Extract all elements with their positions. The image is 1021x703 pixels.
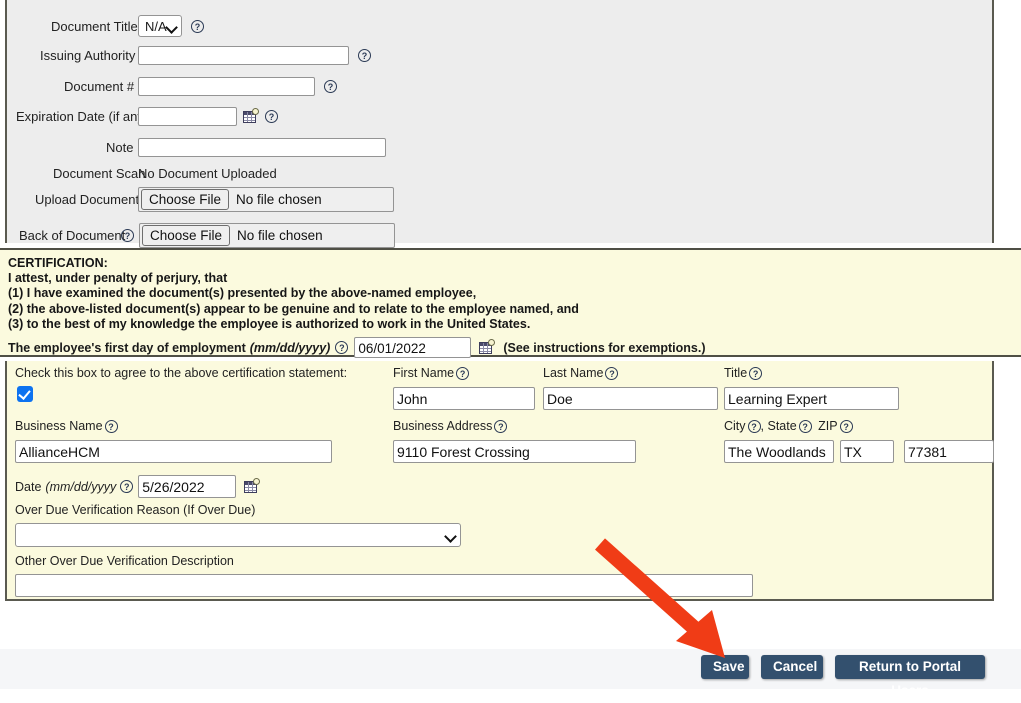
label-state-text: , State xyxy=(760,419,797,433)
select-document-title-value: N/A xyxy=(145,18,167,34)
certification-band: CERTIFICATION: I attest, under penalty o… xyxy=(0,248,1021,359)
label-overdue-reason: Over Due Verification Reason (If Over Du… xyxy=(15,503,256,517)
help-icon-document-title[interactable]: ? xyxy=(191,19,204,33)
help-icon-business-address[interactable]: ? xyxy=(494,420,508,434)
field-row-document-scan: Document Scan No Document Uploaded xyxy=(53,166,277,181)
file-name-upload-document: No file chosen xyxy=(236,192,322,207)
input-zip[interactable]: 77381 xyxy=(904,440,994,463)
choose-file-button-back-of-document[interactable]: Choose File xyxy=(142,225,231,246)
label-overdue-description: Other Over Due Verification Description xyxy=(15,554,234,568)
input-first-name[interactable]: John xyxy=(393,387,535,410)
label-first-day-of-employment: The employee's first day of employment xyxy=(8,340,246,355)
help-icon-first-name[interactable]: ? xyxy=(456,367,470,381)
select-overdue-reason[interactable] xyxy=(15,523,461,547)
field-row-note: Note xyxy=(106,138,386,157)
certification-line-4: (3) to the best of my knowledge the empl… xyxy=(8,316,531,331)
help-icon-date[interactable]: ? xyxy=(120,480,134,493)
select-document-title[interactable]: N/A xyxy=(138,15,182,37)
label-business-address-text: Business Address xyxy=(393,419,493,433)
checkbox-agree-certification[interactable] xyxy=(17,386,33,402)
field-row-upload-document: Upload Document Choose File No file chos… xyxy=(35,187,394,212)
label-agree-certification: Check this box to agree to the above cer… xyxy=(15,366,348,380)
label-zip-text: ZIP xyxy=(818,419,838,433)
help-icon-issuing-authority[interactable]: ? xyxy=(358,49,371,62)
exemption-note: (See instructions for exemptions.) xyxy=(503,340,706,355)
label-date-format: (mm/dd/yyyy xyxy=(45,479,117,494)
input-overdue-description[interactable] xyxy=(15,574,753,597)
label-last-name-text: Last Name xyxy=(543,366,604,380)
certification-line-2: (1) I have examined the document(s) pres… xyxy=(8,286,477,301)
input-note[interactable] xyxy=(138,138,386,157)
help-icon-last-name[interactable]: ? xyxy=(605,367,619,381)
file-input-upload-document[interactable]: Choose File No file chosen xyxy=(138,187,394,212)
certification-heading: CERTIFICATION: xyxy=(8,256,108,270)
return-to-portal-users-button[interactable]: Return to Portal Users xyxy=(835,655,985,698)
label-document-scan: Document Scan xyxy=(53,166,146,181)
label-business-address: Business Address? xyxy=(393,419,508,434)
input-title[interactable]: Learning Expert xyxy=(724,387,899,410)
footer-action-bar: Save Cancel Return to Portal Users xyxy=(0,649,1021,698)
label-title: Title? xyxy=(724,366,763,381)
document-details-panel: Document Title N/A ? Issuing Authority ?… xyxy=(5,0,994,248)
help-icon-state[interactable]: ? xyxy=(798,420,812,434)
chevron-down-icon xyxy=(167,21,177,31)
field-row-document-number: Document # ? xyxy=(64,77,337,96)
help-icon-business-name[interactable]: ? xyxy=(104,420,118,434)
save-button[interactable]: Save xyxy=(701,655,749,679)
input-business-name[interactable]: AllianceHCM xyxy=(15,440,332,463)
input-state[interactable]: TX xyxy=(840,440,894,463)
label-city-text: City xyxy=(724,419,746,433)
calendar-icon-expiration-date[interactable] xyxy=(243,107,259,124)
field-row-document-title: Document Title N/A ? xyxy=(51,15,204,37)
field-row-expiration-date: Expiration Date (if any) ? xyxy=(16,107,278,126)
label-issuing-authority: Issuing Authority xyxy=(40,48,136,63)
field-row-date: Date (mm/dd/yyyy ? 5/26/2022 xyxy=(15,475,261,498)
label-expiration-date: Expiration Date (if any) xyxy=(16,109,149,124)
input-date[interactable]: 5/26/2022 xyxy=(138,475,237,498)
calendar-icon-date[interactable] xyxy=(244,477,261,494)
label-upload-document: Upload Document xyxy=(35,192,140,207)
label-document-number: Document # xyxy=(64,79,135,94)
employer-certification-form: Check this box to agree to the above cer… xyxy=(5,361,994,601)
certification-line-3: (2) the above-listed document(s) appear … xyxy=(8,301,579,316)
input-business-address[interactable]: 9110 Forest Crossing xyxy=(393,440,636,463)
label-date: Date xyxy=(15,479,42,494)
label-title-text: Title xyxy=(724,366,748,380)
label-document-title: Document Title xyxy=(51,18,138,34)
certification-line-1: I attest, under penalty of perjury, that xyxy=(8,271,228,286)
input-last-name[interactable]: Doe xyxy=(543,387,718,410)
label-last-name: Last Name? xyxy=(543,366,619,381)
chevron-down-icon-overdue-reason xyxy=(446,530,456,540)
help-icon-first-day-of-employment[interactable]: ? xyxy=(335,341,349,355)
label-business-name-text: Business Name xyxy=(15,419,103,433)
help-icon-back-of-document[interactable]: ? xyxy=(121,229,134,242)
help-icon-zip[interactable]: ? xyxy=(839,420,853,434)
help-icon-city[interactable]: ? xyxy=(747,420,761,434)
cancel-button[interactable]: Cancel xyxy=(761,655,823,679)
input-expiration-date[interactable] xyxy=(138,107,237,126)
label-first-name: First Name? xyxy=(393,366,470,381)
help-icon-expiration-date[interactable]: ? xyxy=(265,110,278,123)
help-icon-title[interactable]: ? xyxy=(749,367,763,381)
help-icon-document-number[interactable]: ? xyxy=(324,80,337,93)
label-back-of-document: Back of Document xyxy=(19,228,126,243)
input-issuing-authority[interactable] xyxy=(138,46,349,65)
calendar-icon-first-day-of-employment[interactable] xyxy=(479,338,496,355)
field-row-issuing-authority: Issuing Authority ? xyxy=(40,46,371,65)
input-city[interactable]: The Woodlands xyxy=(724,440,834,463)
first-day-of-employment-row: The employee's first day of employment (… xyxy=(8,337,1021,359)
label-first-name-text: First Name xyxy=(393,366,455,380)
label-first-day-format: (mm/dd/yyyy) xyxy=(249,340,331,355)
file-input-back-of-document[interactable]: Choose File No file chosen xyxy=(139,223,395,248)
label-city-state-zip: City?, State? ZIP? xyxy=(724,419,853,434)
input-first-day-of-employment[interactable]: 06/01/2022 xyxy=(354,337,472,359)
file-name-back-of-document: No file chosen xyxy=(237,228,323,243)
label-business-name: Business Name? xyxy=(15,419,118,434)
label-note: Note xyxy=(106,140,134,155)
choose-file-button-upload-document[interactable]: Choose File xyxy=(141,189,230,210)
input-document-number[interactable] xyxy=(138,77,315,96)
field-row-back-of-document: Back of Document ? Choose File No file c… xyxy=(19,223,395,248)
value-document-scan: No Document Uploaded xyxy=(138,166,277,181)
